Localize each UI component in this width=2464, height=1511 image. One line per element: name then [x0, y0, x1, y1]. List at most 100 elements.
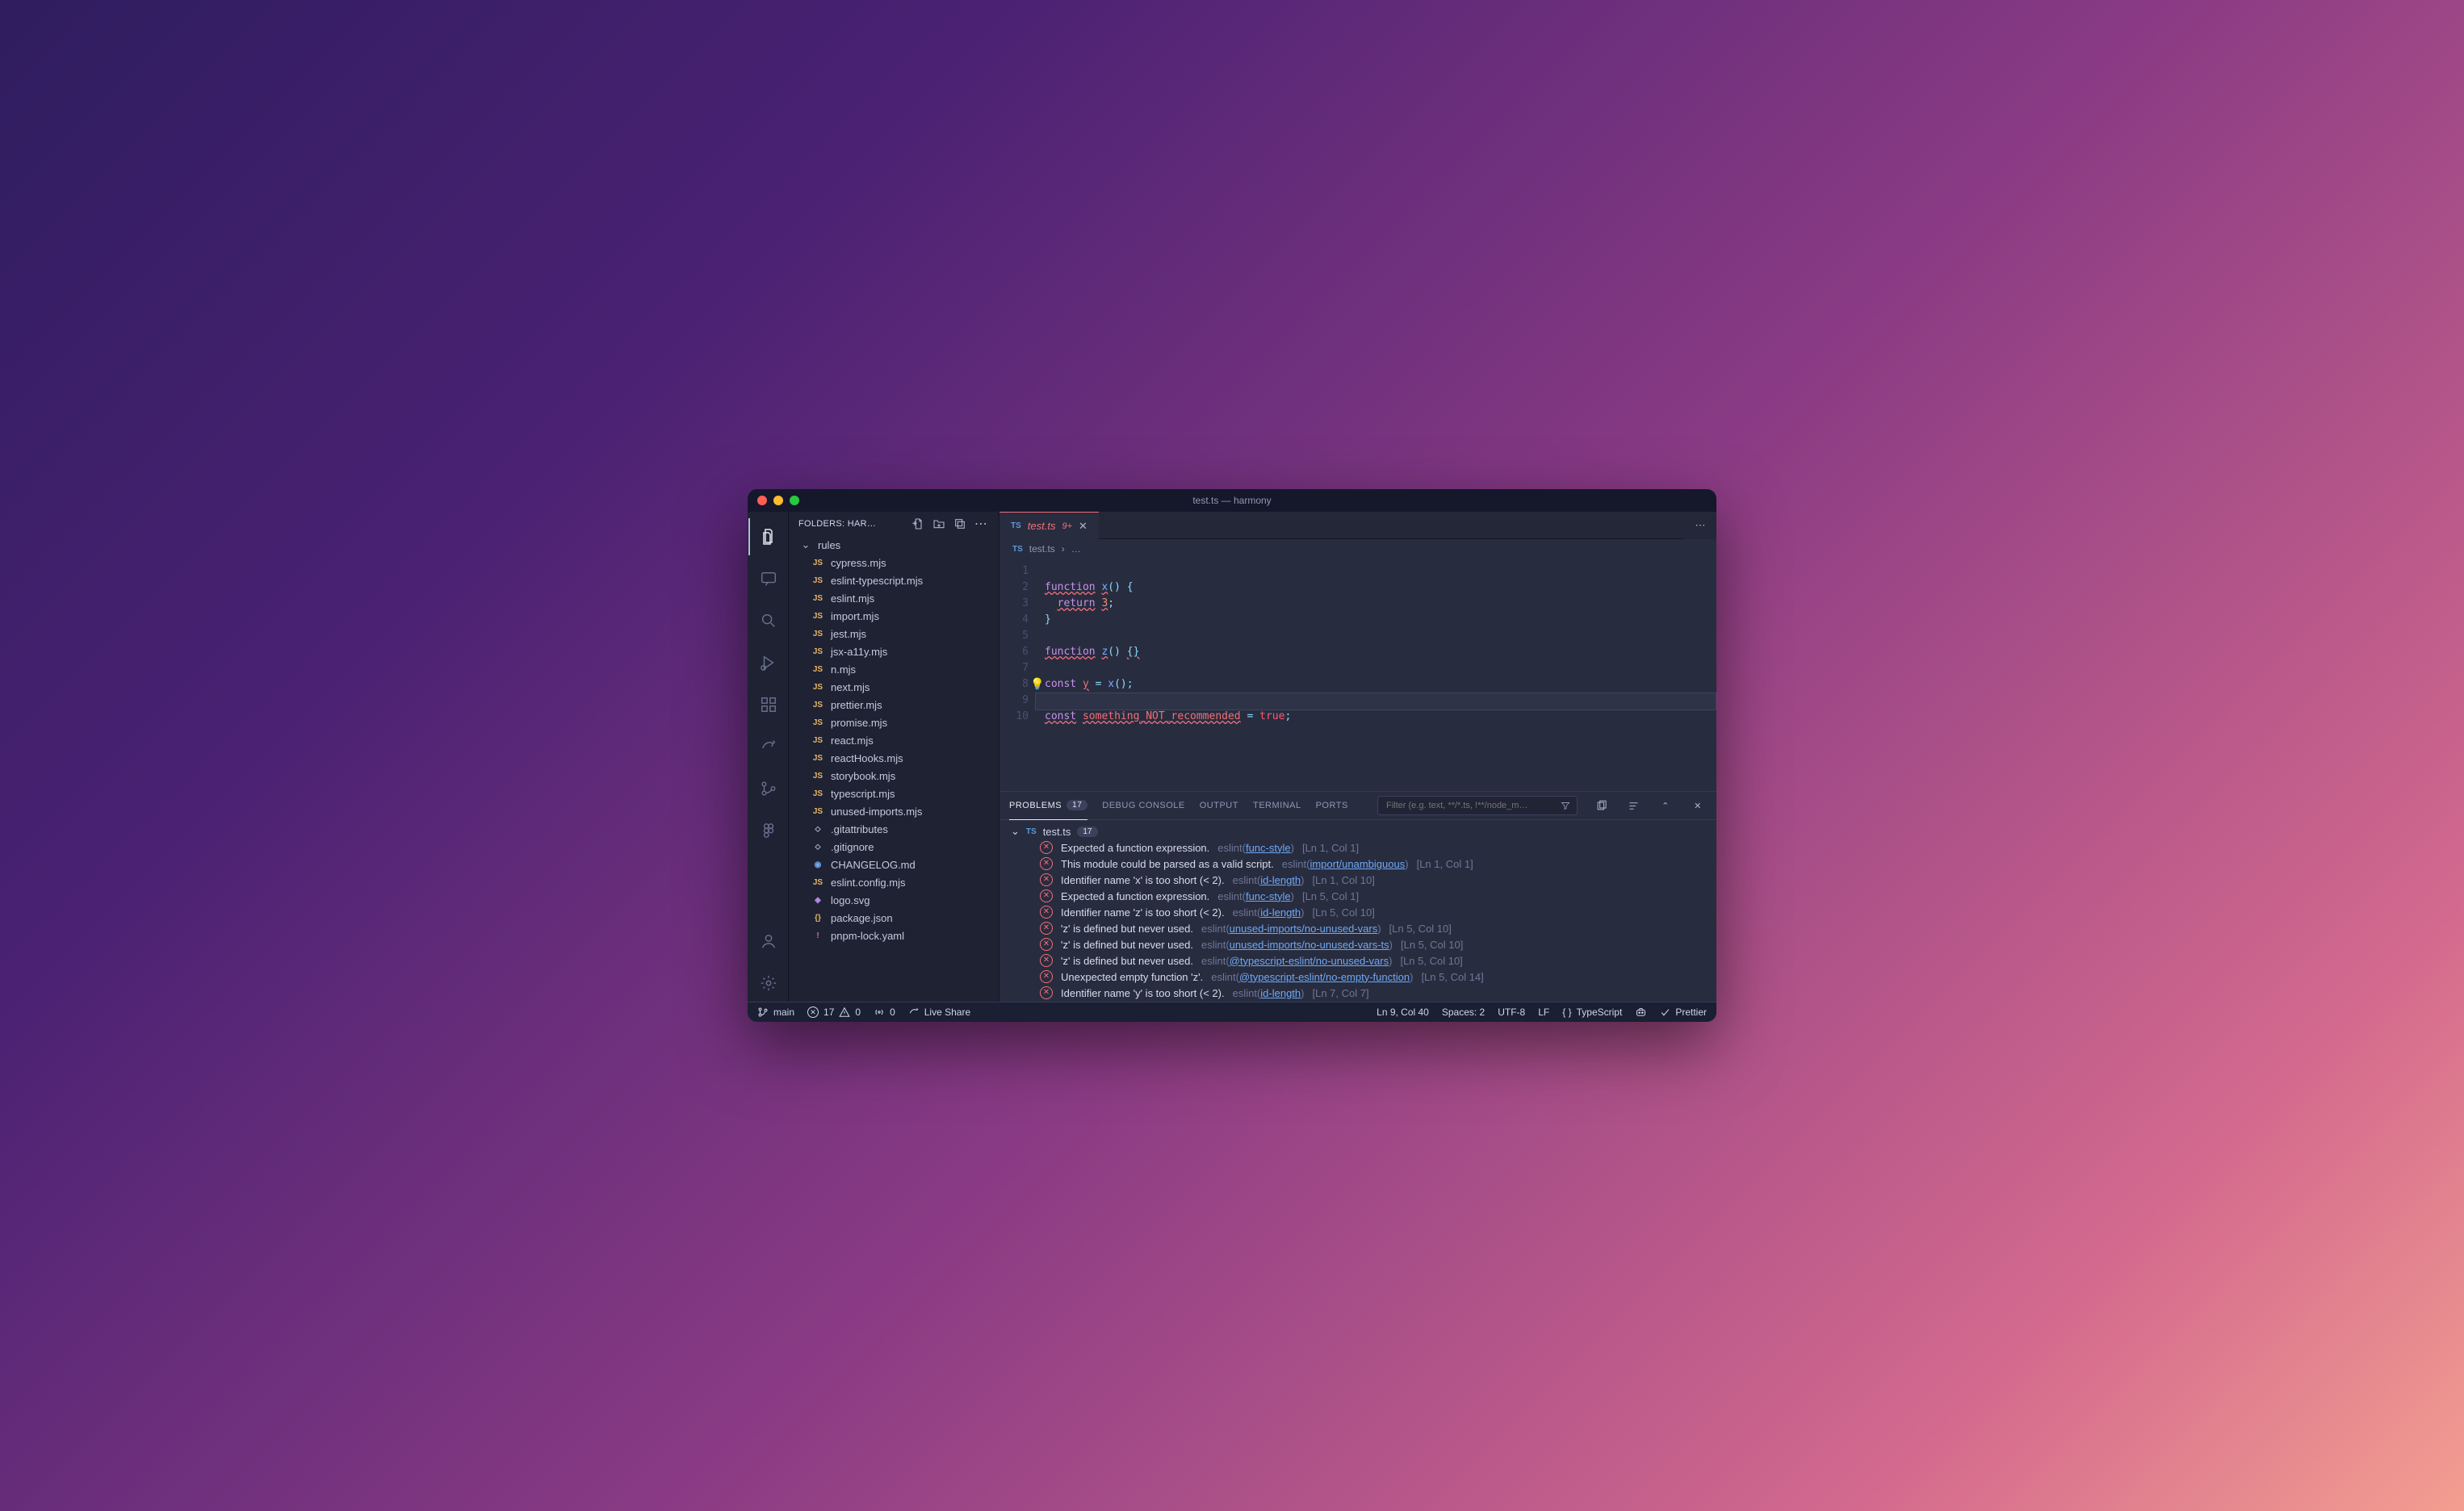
editor-tab-test[interactable]: TS test.ts 9+ ✕ [999, 512, 1099, 539]
panel-tab-debug[interactable]: DEBUG CONSOLE [1102, 792, 1184, 819]
problem-row[interactable]: ✕'z' is defined but never used. eslint(u… [1008, 920, 1708, 936]
problem-rule-link[interactable]: id-length [1260, 906, 1301, 919]
breadcrumbs[interactable]: TS test.ts › … [999, 539, 1716, 559]
tree-file[interactable]: ⬦.gitignore [789, 838, 999, 856]
search-icon[interactable] [748, 602, 787, 639]
eol-status[interactable]: LF [1538, 1007, 1549, 1018]
panel-tab-ports[interactable]: PORTS [1316, 792, 1348, 819]
share-icon[interactable] [748, 728, 787, 765]
breadcrumb-rest[interactable]: … [1071, 543, 1081, 555]
tree-file[interactable]: JSunused-imports.mjs [789, 802, 999, 820]
tree-file[interactable]: JSpromise.mjs [789, 714, 999, 731]
tree-file[interactable]: JSeslint-typescript.mjs [789, 571, 999, 589]
panel-close-icon[interactable]: ✕ [1689, 797, 1707, 814]
lightbulb-icon[interactable]: 💡 [1030, 676, 1044, 693]
problem-row[interactable]: ✕'z' is defined but never used. eslint(@… [1008, 952, 1708, 969]
zoom-window-button[interactable] [790, 496, 799, 505]
problem-row[interactable]: ✕'z' is defined but never used. eslint(u… [1008, 936, 1708, 952]
problems-filter-input[interactable] [1385, 800, 1556, 811]
indent-status[interactable]: Spaces: 2 [1442, 1007, 1485, 1018]
problem-rule-link[interactable]: @typescript-eslint/no-unused-vars [1230, 955, 1389, 967]
vscode-window: test.ts — harmony [748, 489, 1716, 1022]
filter-icon[interactable] [1561, 801, 1570, 810]
problem-row[interactable]: ✕Unexpected empty function 'z'. eslint(@… [1008, 969, 1708, 985]
minimize-window-button[interactable] [773, 496, 783, 505]
tree-file[interactable]: JSn.mjs [789, 660, 999, 678]
problem-row[interactable]: ✕Identifier name 'x' is too short (< 2).… [1008, 872, 1708, 888]
problems-filter[interactable] [1377, 796, 1578, 815]
figma-icon[interactable] [748, 812, 787, 849]
error-icon: ✕ [1040, 841, 1053, 854]
panel-tab-problems[interactable]: PROBLEMS 17 [1009, 792, 1087, 820]
language-status[interactable]: { }TypeScript [1562, 1007, 1622, 1018]
problem-rule-link[interactable]: unused-imports/no-unused-vars [1230, 923, 1378, 935]
problem-row[interactable]: ✕Expected a function expression. eslint(… [1008, 839, 1708, 856]
encoding-status[interactable]: UTF-8 [1498, 1007, 1525, 1018]
tree-folder-rules[interactable]: ⌄ rules [789, 536, 999, 554]
tree-file[interactable]: JSprettier.mjs [789, 696, 999, 714]
tree-file[interactable]: JSnext.mjs [789, 678, 999, 696]
tree-file[interactable]: JSjest.mjs [789, 625, 999, 642]
chevron-up-icon[interactable]: ⌃ [1657, 797, 1674, 814]
problem-row[interactable]: ✕This module could be parsed as a valid … [1008, 856, 1708, 872]
explorer-header: FOLDERS: HAR… ⋯ [789, 512, 999, 536]
source-control-icon[interactable] [748, 770, 787, 807]
live-share-status[interactable]: Live Share [908, 1007, 970, 1018]
problems-file-header[interactable]: ⌄ TS test.ts 17 [1008, 823, 1708, 839]
problem-rule-link[interactable]: id-length [1260, 874, 1301, 886]
extensions-icon[interactable] [748, 686, 787, 723]
collapse-all-icon[interactable] [952, 516, 968, 532]
tree-file[interactable]: !pnpm-lock.yaml [789, 927, 999, 944]
explorer-icon[interactable] [748, 518, 787, 555]
settings-gear-icon[interactable] [748, 965, 787, 1002]
problem-rule-link[interactable]: func-style [1246, 890, 1291, 902]
problem-rule-link[interactable]: unused-imports/no-unused-vars-ts [1230, 939, 1389, 951]
tree-file[interactable]: ◈logo.svg [789, 891, 999, 909]
new-folder-icon[interactable] [931, 516, 947, 532]
tree-file[interactable]: ◉CHANGELOG.md [789, 856, 999, 873]
problem-rule-link[interactable]: func-style [1246, 842, 1291, 854]
list-icon[interactable] [1624, 797, 1642, 814]
problem-rule-link[interactable]: id-length [1260, 987, 1301, 999]
explorer-more-icon[interactable]: ⋯ [973, 516, 989, 532]
problems-status[interactable]: ✕ 17 0 [807, 1007, 861, 1018]
copilot-status-icon[interactable] [1635, 1007, 1647, 1019]
close-window-button[interactable] [757, 496, 767, 505]
problem-location: [Ln 1, Col 1] [1302, 842, 1359, 854]
tree-file[interactable]: {}package.json [789, 909, 999, 927]
editor-more-icon[interactable]: ⋯ [1684, 512, 1716, 539]
tree-file[interactable]: JSeslint.mjs [789, 589, 999, 607]
breadcrumb-file[interactable]: test.ts [1029, 543, 1055, 555]
panel-tab-output[interactable]: OUTPUT [1200, 792, 1238, 819]
cursor-position-status[interactable]: Ln 9, Col 40 [1377, 1007, 1429, 1018]
run-debug-icon[interactable] [748, 644, 787, 681]
tree-file[interactable]: JStypescript.mjs [789, 785, 999, 802]
tree-file[interactable]: ⬦.gitattributes [789, 820, 999, 838]
problem-rule-link[interactable]: import/unambiguous [1310, 858, 1405, 870]
chat-icon[interactable] [748, 560, 787, 597]
problem-row[interactable]: ✕Identifier name 'y' is too short (< 2).… [1008, 985, 1708, 1001]
tree-file[interactable]: JSeslint.config.mjs [789, 873, 999, 891]
ports-status[interactable]: 0 [874, 1007, 895, 1018]
code-editor[interactable]: 12345678910 💡function x() { return 3; } … [999, 559, 1716, 791]
tree-file[interactable]: JSjsx-a11y.mjs [789, 642, 999, 660]
git-branch-status[interactable]: main [757, 1007, 794, 1018]
tab-close-icon[interactable]: ✕ [1079, 520, 1087, 533]
tree-file[interactable]: JSstorybook.mjs [789, 767, 999, 785]
accounts-icon[interactable] [748, 923, 787, 960]
panel-tab-terminal[interactable]: TERMINAL [1253, 792, 1301, 819]
tree-file[interactable]: JSreact.mjs [789, 731, 999, 749]
problem-source: eslint(@typescript-eslint/no-unused-vars… [1201, 955, 1392, 967]
tree-file[interactable]: JSimport.mjs [789, 607, 999, 625]
problem-row[interactable]: ✕Identifier name 'z' is too short (< 2).… [1008, 904, 1708, 920]
problem-row[interactable]: ✕Expected a function expression. eslint(… [1008, 888, 1708, 904]
prettier-status[interactable]: Prettier [1660, 1007, 1707, 1018]
problem-source: eslint(@typescript-eslint/no-empty-funct… [1211, 971, 1413, 983]
titlebar[interactable]: test.ts — harmony [748, 489, 1716, 512]
copy-icon[interactable] [1592, 797, 1610, 814]
code-content[interactable]: 💡function x() { return 3; } function z()… [1035, 559, 1716, 791]
tree-file[interactable]: JScypress.mjs [789, 554, 999, 571]
tree-file[interactable]: JSreactHooks.mjs [789, 749, 999, 767]
new-file-icon[interactable] [910, 516, 926, 532]
problem-rule-link[interactable]: @typescript-eslint/no-empty-function [1239, 971, 1410, 983]
